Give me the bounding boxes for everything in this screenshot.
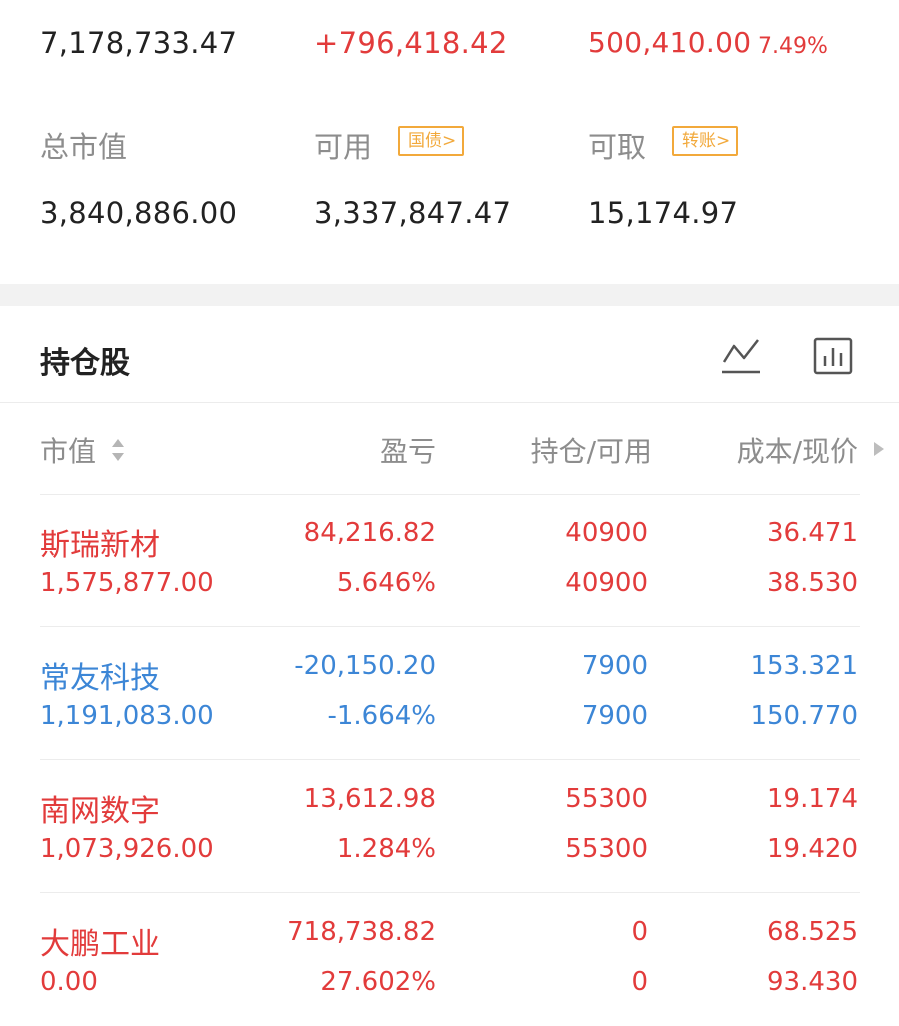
stock-cost: 153.321 [750,651,858,681]
market-value-label: 总市值 [40,130,128,164]
stock-price: 150.770 [750,701,858,731]
section-divider [0,284,899,306]
stock-pnl-pct: -1.664% [327,701,436,731]
stock-price: 93.430 [767,967,858,997]
holding-row[interactable]: 斯瑞新材 1,575,877.00 84,216.82 5.646% 40900 4090… [0,494,899,627]
stock-pnl: 13,612.98 [303,784,436,814]
col-position: 持仓/可用 [530,435,652,468]
stock-cost: 36.471 [767,518,858,548]
line-chart-icon[interactable] [720,336,762,376]
total-profit: +796,418.42 [314,26,508,60]
stock-available-qty: 7900 [581,701,648,731]
stock-hold-qty: 7900 [581,651,648,681]
stock-name: 南网数字 [40,794,160,829]
available-label: 可用 [314,130,373,164]
total-assets: 7,178,733.47 [40,26,238,60]
stock-name: 常友科技 [40,661,160,696]
triangle-right-icon[interactable] [872,440,886,458]
col-market-value-label: 市值 [40,435,97,468]
stock-hold-qty: 40900 [565,518,648,548]
withdrawable-value: 15,174.97 [588,196,739,230]
holding-row[interactable]: 常友科技 1,191,083.00 -20,150.20 -1.664% 7900 790… [0,627,899,760]
stock-price: 38.530 [767,568,858,598]
stock-pnl: -20,150.20 [294,651,436,681]
stock-pnl: 84,216.82 [303,518,436,548]
stock-pnl-pct: 1.284% [336,834,436,864]
daily-profit-pct: 7.49% [758,34,828,59]
stock-market-value: 1,191,083.00 [40,701,214,731]
bond-button[interactable]: 国债> [398,126,465,156]
stock-available-qty: 40900 [565,568,648,598]
available-value: 3,337,847.47 [314,196,512,230]
col-cost-price: 成本/现价 [736,435,858,468]
stock-name: 大鹏工业 [40,927,160,962]
holdings-title: 持仓股 [40,346,130,381]
stock-name: 斯瑞新材 [40,528,160,563]
stock-hold-qty: 0 [631,917,648,947]
stock-cost: 19.174 [767,784,858,814]
col-pnl: 盈亏 [379,435,436,468]
stock-available-qty: 0 [631,967,648,997]
market-value: 3,840,886.00 [40,196,238,230]
sort-icon[interactable] [110,436,126,464]
stock-market-value: 0.00 [40,967,98,997]
holding-row[interactable]: 南网数字 1,073,926.00 13,612.98 1.284% 55300 5530… [0,760,899,893]
stock-cost: 68.525 [767,917,858,947]
stock-pnl-pct: 27.602% [320,967,436,997]
daily-profit: 500,410.00 [588,26,752,59]
holding-row[interactable]: 大鹏工业 0.00 718,738.82 27.602% 0 0 68.525 93.430 [0,893,899,1026]
col-market-value[interactable]: 市值 [40,430,96,470]
bar-chart-icon[interactable] [812,336,854,376]
stock-hold-qty: 55300 [565,784,648,814]
stock-price: 19.420 [767,834,858,864]
stock-pnl: 718,738.82 [287,917,436,947]
stock-market-value: 1,575,877.00 [40,568,214,598]
withdrawable-label: 可取 [588,130,647,164]
stock-market-value: 1,073,926.00 [40,834,214,864]
transfer-button[interactable]: 转账> [672,126,739,156]
stock-pnl-pct: 5.646% [336,568,436,598]
stock-available-qty: 55300 [565,834,648,864]
divider [0,402,899,403]
